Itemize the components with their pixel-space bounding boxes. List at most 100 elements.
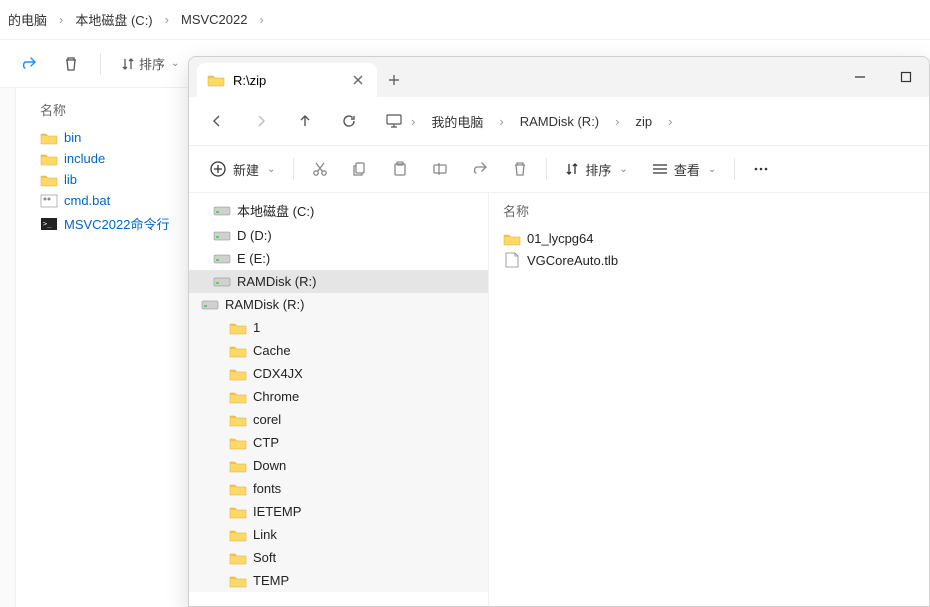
batch-file-icon: [40, 194, 58, 208]
disk-icon: [213, 230, 231, 242]
folder-icon: [40, 131, 58, 145]
tree-label: RAMDisk (R:): [237, 274, 316, 289]
copy-icon[interactable]: [342, 153, 378, 185]
tree-folder-item[interactable]: Chrome: [189, 385, 488, 408]
breadcrumb-item[interactable]: 本地磁盘 (C:): [67, 10, 160, 29]
folder-icon: [229, 482, 247, 496]
active-tab[interactable]: R:\zip: [197, 63, 377, 97]
list-item[interactable]: VGCoreAuto.tlb: [499, 249, 929, 271]
item-label: lib: [64, 172, 77, 187]
tree-drive-item[interactable]: D (D:): [189, 224, 488, 247]
forward-button[interactable]: [245, 105, 277, 137]
share-icon[interactable]: [12, 47, 46, 81]
sort-button[interactable]: 排序 ⌄: [555, 154, 637, 185]
breadcrumb-item[interactable]: 我的电脑: [423, 112, 491, 131]
nav-bar: › 我的电脑 › RAMDisk (R:) › zip ›: [189, 97, 929, 145]
navigation-tree[interactable]: 本地磁盘 (C:) D (D:) E (E:) RAMDisk (R:) RAM…: [189, 193, 489, 606]
tab-close-button[interactable]: [349, 71, 367, 89]
sort-button[interactable]: 排序 ⌄: [113, 54, 187, 73]
tree-label: CTP: [253, 435, 279, 450]
folder-icon: [40, 152, 58, 166]
toolbar-divider: [546, 158, 547, 180]
up-button[interactable]: [289, 105, 321, 137]
tree-label: 本地磁盘 (C:): [237, 201, 314, 220]
minimize-button[interactable]: [837, 57, 883, 97]
new-tab-button[interactable]: [377, 63, 411, 97]
tree-folder-item[interactable]: Cache: [189, 339, 488, 362]
console-icon: >_: [40, 217, 58, 231]
tree-folder-item[interactable]: IETEMP: [189, 500, 488, 523]
paste-icon[interactable]: [382, 153, 418, 185]
tree-label: 1: [253, 320, 260, 335]
back-button[interactable]: [201, 105, 233, 137]
tree-folder-item[interactable]: Down: [189, 454, 488, 477]
tree-label: CDX4JX: [253, 366, 303, 381]
share-icon[interactable]: [462, 153, 498, 185]
address-bar[interactable]: › 我的电脑 › RAMDisk (R:) › zip ›: [377, 112, 917, 131]
new-button-label: 新建: [233, 160, 259, 179]
tab-title: R:\zip: [233, 73, 266, 88]
svg-text:>_: >_: [43, 220, 52, 228]
tree-folder-item[interactable]: Link: [189, 523, 488, 546]
rename-icon[interactable]: [422, 153, 458, 185]
folder-icon: [229, 321, 247, 335]
breadcrumb-item[interactable]: 的电脑: [0, 10, 55, 29]
delete-icon[interactable]: [502, 153, 538, 185]
tree-label: Cache: [253, 343, 291, 358]
item-label: cmd.bat: [64, 193, 110, 208]
tree-folder-item[interactable]: CTP: [189, 431, 488, 454]
tree-folder-item[interactable]: TEMP: [189, 569, 488, 592]
toolbar-divider: [293, 158, 294, 180]
more-options-icon[interactable]: [743, 153, 779, 185]
folder-icon: [40, 173, 58, 187]
tree-folder-item[interactable]: Soft: [189, 546, 488, 569]
folder-icon: [229, 436, 247, 450]
disk-icon: [213, 253, 231, 265]
folder-icon: [229, 459, 247, 473]
tree-folder-item[interactable]: fonts: [189, 477, 488, 500]
tree-drive-item[interactable]: RAMDisk (R:): [189, 270, 488, 293]
disk-icon: [213, 276, 231, 288]
toolbar-divider: [100, 53, 101, 75]
tree-drive-item[interactable]: 本地磁盘 (C:): [189, 197, 488, 224]
back-breadcrumb[interactable]: 的电脑 › 本地磁盘 (C:) › MSVC2022 ›: [0, 0, 930, 40]
breadcrumb-item[interactable]: MSVC2022: [173, 12, 255, 27]
tree-label: corel: [253, 412, 281, 427]
tree-drive-expanded[interactable]: RAMDisk (R:): [189, 293, 488, 316]
tree-label: IETEMP: [253, 504, 301, 519]
window-controls: [837, 57, 929, 97]
folder-icon: [229, 344, 247, 358]
foreground-explorer-window: R:\zip › 我的电脑 › RAMDisk (R:) › zip ›: [188, 56, 930, 607]
item-label: bin: [64, 130, 81, 145]
folder-icon: [503, 232, 521, 246]
folder-icon: [229, 551, 247, 565]
list-item[interactable]: 01_lycpg64: [499, 228, 929, 249]
scrollbar[interactable]: [0, 88, 16, 607]
tree-folder-item[interactable]: corel: [189, 408, 488, 431]
tree-drive-item[interactable]: E (E:): [189, 247, 488, 270]
cut-icon[interactable]: [302, 153, 338, 185]
folder-icon: [229, 367, 247, 381]
breadcrumb-item[interactable]: zip: [627, 114, 660, 129]
folder-icon: [229, 528, 247, 542]
delete-icon[interactable]: [54, 47, 88, 81]
tree-label: fonts: [253, 481, 281, 496]
tab-bar: R:\zip: [189, 57, 929, 97]
monitor-icon: [385, 112, 403, 130]
maximize-button[interactable]: [883, 57, 929, 97]
tree-folder-item[interactable]: 1: [189, 316, 488, 339]
chevron-right-icon: ›: [611, 114, 623, 129]
tree-label: E (E:): [237, 251, 270, 266]
new-button[interactable]: 新建 ⌄: [199, 154, 285, 185]
breadcrumb-item[interactable]: RAMDisk (R:): [512, 114, 607, 129]
refresh-button[interactable]: [333, 105, 365, 137]
folder-icon: [229, 390, 247, 404]
item-label: include: [64, 151, 105, 166]
name-column-header[interactable]: 名称: [499, 197, 929, 228]
item-label: MSVC2022命令行: [64, 214, 169, 233]
disk-icon: [213, 205, 231, 217]
view-button[interactable]: 查看 ⌄: [642, 154, 726, 185]
chevron-right-icon: ›: [255, 12, 267, 27]
tree-folder-item[interactable]: CDX4JX: [189, 362, 488, 385]
tree-label: Chrome: [253, 389, 299, 404]
